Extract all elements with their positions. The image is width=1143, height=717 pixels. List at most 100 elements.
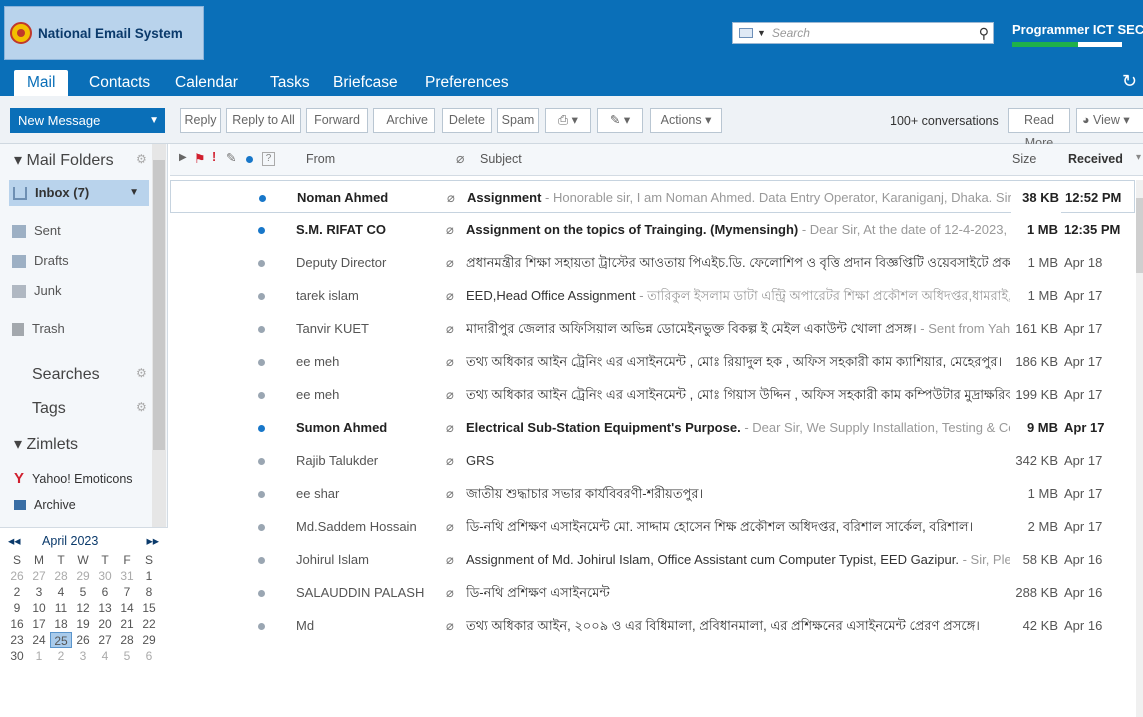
read-dot-icon[interactable] bbox=[258, 590, 265, 597]
read-dot-icon[interactable] bbox=[258, 623, 265, 630]
sidebar-scrollbar[interactable] bbox=[152, 144, 166, 534]
calendar-day[interactable]: 13 bbox=[94, 600, 116, 616]
message-row[interactable]: ee meh ⌀ তথ্য অধিকার আইন ট্রেনিং এর এসাইনম… bbox=[170, 378, 1135, 411]
calendar-day[interactable]: 2 bbox=[6, 584, 28, 600]
calendar-day[interactable]: 11 bbox=[50, 600, 72, 616]
gear-icon[interactable]: ⚙ bbox=[136, 152, 147, 166]
calendar-day[interactable]: 21 bbox=[116, 616, 138, 632]
sidebar-item-trash[interactable]: Trash bbox=[12, 316, 152, 342]
calendar-day[interactable]: 10 bbox=[28, 600, 50, 616]
tab-briefcase[interactable]: Briefcase bbox=[333, 70, 398, 96]
calendar-day[interactable]: 26 bbox=[6, 568, 28, 584]
search-input[interactable]: Search bbox=[772, 26, 810, 40]
calendar-day[interactable]: 29 bbox=[72, 568, 94, 584]
tags-header[interactable]: Tags bbox=[32, 400, 66, 418]
read-dot-icon[interactable] bbox=[258, 293, 265, 300]
message-row[interactable]: Md ⌀ তথ্য অধিকার আইন, ২০০৯ ও এর বিধিমালা, … bbox=[170, 609, 1135, 642]
read-dot-icon[interactable] bbox=[258, 359, 265, 366]
column-received[interactable]: Received bbox=[1068, 152, 1123, 166]
calendar-day[interactable]: 3 bbox=[28, 584, 50, 600]
reply-all-button[interactable]: Reply to All bbox=[226, 108, 301, 133]
calendar-day[interactable]: 30 bbox=[94, 568, 116, 584]
mail-search-scope-icon[interactable] bbox=[739, 28, 753, 38]
print-dropdown-button[interactable]: ⎙ ▾ bbox=[545, 108, 591, 133]
calendar-day[interactable]: 17 bbox=[28, 616, 50, 632]
calendar-day[interactable]: 26 bbox=[72, 632, 94, 648]
calendar-day[interactable]: 16 bbox=[6, 616, 28, 632]
calendar-day[interactable]: 31 bbox=[116, 568, 138, 584]
user-menu[interactable]: Programmer ICT SEC ▾ bbox=[1012, 22, 1143, 38]
zimlet-archive[interactable]: Archive bbox=[14, 498, 76, 512]
paperclip-icon[interactable]: ⌀ bbox=[456, 150, 464, 167]
calendar-day[interactable]: 27 bbox=[28, 568, 50, 584]
calendar-day[interactable]: 19 bbox=[72, 616, 94, 632]
chevron-down-icon[interactable]: ▼ bbox=[129, 180, 139, 206]
priority-icon[interactable]: ! bbox=[212, 150, 216, 164]
calendar-day[interactable]: 5 bbox=[72, 584, 94, 600]
tab-mail[interactable]: Mail bbox=[14, 70, 69, 96]
column-size[interactable]: Size bbox=[1012, 152, 1036, 166]
calendar-day[interactable]: 24 bbox=[28, 632, 50, 648]
unread-status-icon[interactable] bbox=[246, 156, 253, 163]
calendar-day[interactable]: 5 bbox=[116, 648, 138, 664]
read-dot-icon[interactable] bbox=[258, 260, 265, 267]
calendar-day[interactable]: 4 bbox=[94, 648, 116, 664]
message-row[interactable]: Deputy Director ⌀ প্রধানমন্ত্রীর শিক্ষা সহ… bbox=[170, 246, 1135, 279]
tag-icon[interactable]: ✎ bbox=[226, 150, 236, 165]
chevron-down-icon[interactable]: ▼ bbox=[757, 28, 766, 38]
tab-preferences[interactable]: Preferences bbox=[425, 70, 509, 96]
message-row[interactable]: Rajib Talukder ⌀ GRS 342 KB Apr 17 bbox=[170, 444, 1135, 477]
read-dot-icon[interactable] bbox=[258, 458, 265, 465]
calendar-day[interactable]: 8 bbox=[138, 584, 160, 600]
prev-year-icon[interactable]: ◂◂ bbox=[8, 534, 21, 548]
calendar-day[interactable]: 7 bbox=[116, 584, 138, 600]
calendar-day[interactable]: 15 bbox=[138, 600, 160, 616]
calendar-day[interactable]: 4 bbox=[50, 584, 72, 600]
delete-button[interactable]: Delete bbox=[442, 108, 492, 133]
next-year-icon[interactable]: ▸▸ bbox=[146, 533, 159, 548]
read-dot-icon[interactable] bbox=[258, 524, 265, 531]
tab-contacts[interactable]: Contacts bbox=[89, 70, 150, 96]
gear-icon[interactable]: ⚙ bbox=[136, 366, 147, 380]
sidebar-item-inbox[interactable]: Inbox (7) ▼ bbox=[9, 180, 149, 206]
reply-button[interactable]: Reply bbox=[180, 108, 221, 133]
message-row[interactable]: Tanvir KUET ⌀ মাদারীপুর জেলার অফিসিয়াল অভ… bbox=[170, 312, 1135, 345]
calendar-day[interactable]: 28 bbox=[116, 632, 138, 648]
chevron-down-icon[interactable]: ▾ bbox=[1136, 152, 1141, 163]
actions-button[interactable]: Actions ▾ bbox=[650, 108, 722, 133]
tab-calendar[interactable]: Calendar bbox=[175, 70, 238, 96]
read-dot-icon[interactable] bbox=[258, 326, 265, 333]
message-row[interactable]: ee meh ⌀ তথ্য অধিকার আইন ট্রেনিং এর এসাইনম… bbox=[170, 345, 1135, 378]
calendar-day[interactable]: 23 bbox=[6, 632, 28, 648]
chevron-down-icon[interactable]: ▼ bbox=[149, 108, 159, 133]
calendar-day[interactable]: 30 bbox=[6, 648, 28, 664]
searches-header[interactable]: Searches bbox=[32, 366, 100, 384]
message-row[interactable]: Johirul Islam ⌀ Assignment of Md. Johirul … bbox=[170, 543, 1135, 576]
gear-icon[interactable]: ⚙ bbox=[136, 400, 147, 414]
sidebar-item-drafts[interactable]: Drafts bbox=[12, 248, 152, 274]
calendar-day[interactable]: 12 bbox=[72, 600, 94, 616]
read-dot-icon[interactable] bbox=[258, 392, 265, 399]
calendar-day[interactable]: 9 bbox=[6, 600, 28, 616]
calendar-day[interactable]: 25 bbox=[50, 632, 72, 648]
zimlets-header[interactable]: ▾ Zimlets bbox=[14, 434, 78, 454]
calendar-day[interactable]: 20 bbox=[94, 616, 116, 632]
zimlet-yahoo-emoticons[interactable]: Y Yahoo! Emoticons bbox=[14, 470, 133, 487]
sidebar-scrollbar-thumb[interactable] bbox=[153, 160, 165, 450]
calendar-day[interactable]: 2 bbox=[50, 648, 72, 664]
calendar-day[interactable]: 27 bbox=[94, 632, 116, 648]
flag-icon[interactable]: ⚑ bbox=[194, 151, 206, 167]
read-dot-icon[interactable] bbox=[258, 491, 265, 498]
new-message-button[interactable]: New Message ▼ bbox=[10, 108, 165, 133]
forward-button[interactable]: Forward bbox=[306, 108, 368, 133]
app-logo[interactable]: National Email System bbox=[4, 6, 204, 60]
tag-dropdown-button[interactable]: ✎ ▾ bbox=[597, 108, 643, 133]
message-list-scrollbar[interactable] bbox=[1136, 180, 1143, 717]
view-button[interactable]: ◕ View ▾ bbox=[1076, 108, 1143, 133]
calendar-day[interactable]: 28 bbox=[50, 568, 72, 584]
message-row[interactable]: Noman Ahmed ⌀ Assignment - Honorable sir, … bbox=[170, 180, 1135, 214]
unread-dot-icon[interactable] bbox=[258, 425, 265, 432]
calendar-day[interactable]: 1 bbox=[138, 568, 160, 584]
calendar-day[interactable]: 29 bbox=[138, 632, 160, 648]
sidebar-item-junk[interactable]: Junk bbox=[12, 278, 152, 304]
